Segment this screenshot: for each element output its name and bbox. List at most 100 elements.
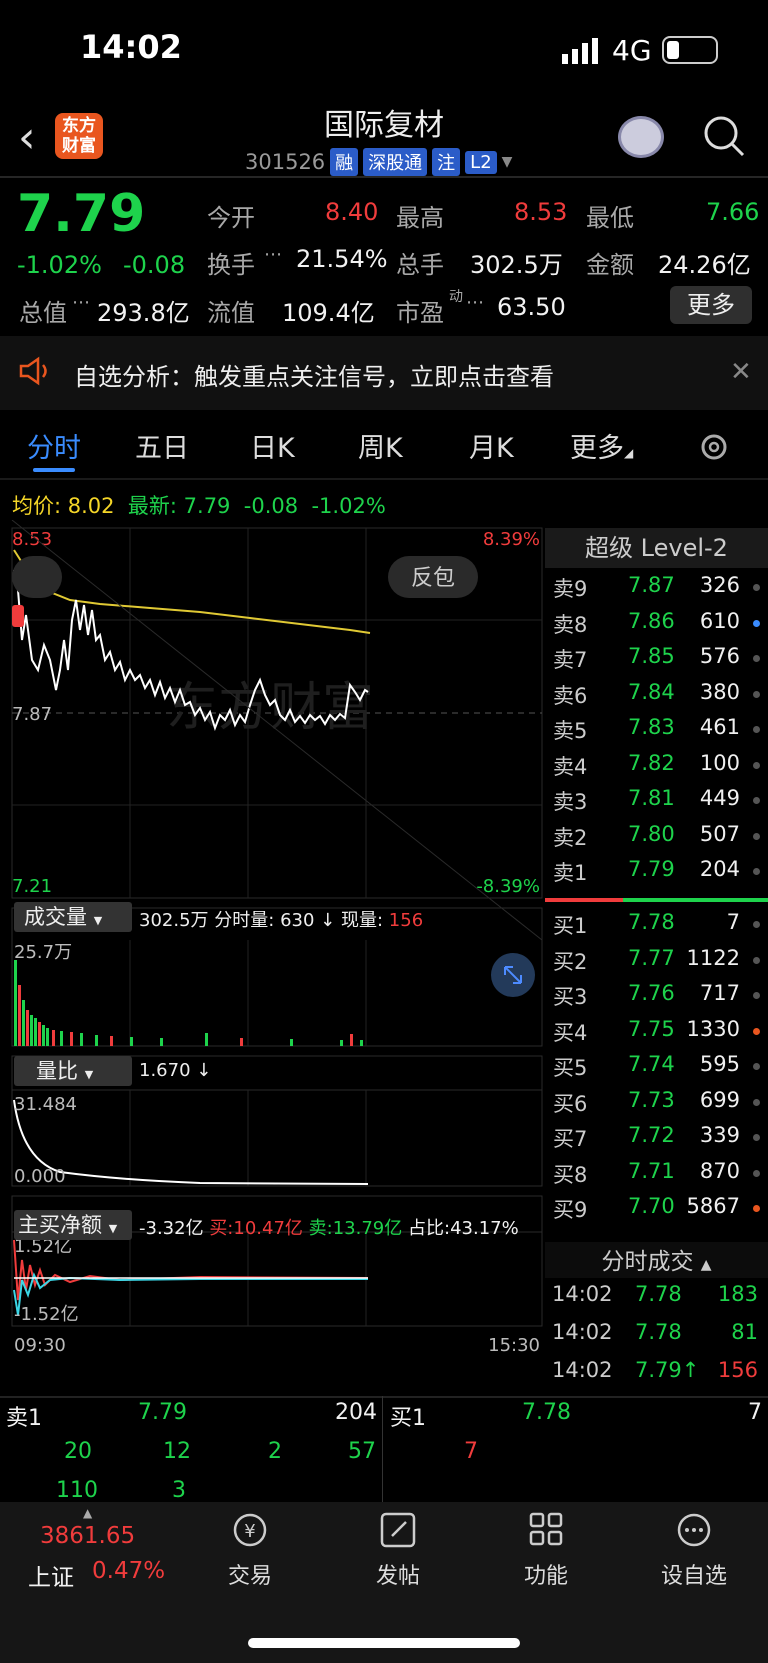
tab-daily-k[interactable]: 日K xyxy=(250,426,295,465)
signal-icon xyxy=(562,38,598,64)
level-volume: 449 xyxy=(699,786,740,810)
level-dot-icon xyxy=(753,726,760,733)
chevron-down-icon: ▼ xyxy=(501,154,513,170)
level-volume: 1122 xyxy=(686,945,740,970)
turnover-value: 21.54% xyxy=(296,245,388,273)
bids-row[interactable]: 买2 7.77 1122 xyxy=(545,946,768,981)
marker-icon xyxy=(12,605,24,627)
ticks-title[interactable]: 分时成交 ▲ xyxy=(545,1242,768,1278)
bids-row[interactable]: 买4 7.75 1330 xyxy=(545,1017,768,1052)
level-label: 卖7 xyxy=(553,648,588,672)
level-volume: 461 xyxy=(699,715,740,739)
intraday-chart[interactable]: 东方财富 8.53 8.39% 7.87 7.21 -8.39% 反包 25.7… xyxy=(0,520,545,1400)
asks-row[interactable]: 卖9 7.87 326 xyxy=(545,573,768,608)
tick-time: 14:02 xyxy=(552,1358,613,1382)
level-dot-icon xyxy=(753,655,760,662)
bids-row[interactable]: 买3 7.76 717 xyxy=(545,981,768,1016)
speaker-icon xyxy=(19,356,47,386)
asks-row[interactable]: 卖7 7.85 576 xyxy=(545,644,768,679)
asks-row[interactable]: 卖4 7.82 100 xyxy=(545,751,768,786)
asks-row[interactable]: 卖2 7.80 507 xyxy=(545,822,768,857)
asks-row[interactable]: 卖5 7.83 461 xyxy=(545,715,768,750)
asks-row[interactable]: 卖6 7.84 380 xyxy=(545,680,768,715)
time-end: 15:30 xyxy=(488,1335,540,1356)
level-price: 7.77 xyxy=(628,945,675,970)
tab-five-day[interactable]: 五日 xyxy=(135,426,189,465)
nav-add-watchlist[interactable]: 设自选 xyxy=(634,1510,754,1590)
level-price: 7.75 xyxy=(628,1016,675,1041)
level-dot-icon xyxy=(753,992,760,999)
sell-queue-item: 20 xyxy=(64,1439,92,1464)
watermark: 东方财富 xyxy=(166,678,374,738)
bids-row[interactable]: 买5 7.74 595 xyxy=(545,1052,768,1087)
level-label: 卖8 xyxy=(553,612,588,637)
info-icon[interactable]: ⋯ xyxy=(466,292,484,313)
level2-title[interactable]: 超级 Level-2 xyxy=(545,528,768,568)
info-icon[interactable]: ⋯ xyxy=(264,244,282,265)
index-value[interactable]: 3861.65 xyxy=(40,1523,135,1549)
bids-row[interactable]: 买1 7.78 7 xyxy=(545,910,768,945)
level-price: 7.70 xyxy=(628,1194,675,1218)
volume-selector[interactable]: 成交量 ▼ xyxy=(14,902,132,932)
level-volume: 339 xyxy=(699,1123,740,1147)
tab-more[interactable]: 更多◢ xyxy=(570,426,633,465)
close-icon[interactable]: ✕ xyxy=(730,357,752,387)
alert-text[interactable]: 自选分析：触发重点关注信号，立即点击查看 xyxy=(74,357,554,392)
index-name[interactable]: 上证 xyxy=(28,1558,74,1592)
more-dots-icon xyxy=(677,1513,711,1547)
net-flow-selector[interactable]: 主买净额 ▼ xyxy=(14,1210,132,1240)
turnover-label: 换手 xyxy=(207,251,255,279)
index-pct[interactable]: 0.47% xyxy=(92,1558,165,1584)
more-button[interactable]: 更多 xyxy=(670,286,752,324)
bottom-buy-label: 买1 xyxy=(390,1406,426,1431)
bottom-sell-label: 卖1 xyxy=(6,1406,42,1431)
level-volume: 699 xyxy=(699,1087,740,1112)
tick-volume: 183 xyxy=(717,1282,758,1306)
level-price: 7.78 xyxy=(628,910,675,934)
price-change: -0.08 xyxy=(123,251,186,279)
buy-queue-item: 7 xyxy=(464,1439,478,1464)
asks-row[interactable]: 卖8 7.86 610 xyxy=(545,609,768,644)
tick-list: 14:02 7.78 183 14:02 7.78 81 14:02 7.79↑ 156 xyxy=(545,1282,768,1398)
bids-row[interactable]: 买7 7.72 339 xyxy=(545,1123,768,1158)
stock-code-row[interactable]: 301526 融 深股通 注 L2 ▼ xyxy=(245,148,512,176)
level-dot-icon xyxy=(753,832,760,840)
home-indicator[interactable] xyxy=(248,1638,520,1648)
bottom-sell-price: 7.79 xyxy=(138,1400,187,1425)
assistant-robot-icon[interactable] xyxy=(618,116,664,158)
bids-row[interactable]: 买6 7.73 699 xyxy=(545,1088,768,1123)
level-volume: 717 xyxy=(699,981,740,1005)
y-mid-price: 7.87 xyxy=(12,704,52,725)
level-volume: 204 xyxy=(699,857,740,881)
level-label: 买4 xyxy=(553,1020,588,1045)
amount-label: 金额 xyxy=(586,251,634,279)
level-label: 卖9 xyxy=(553,577,588,601)
gear-icon[interactable] xyxy=(697,430,731,464)
mascot-icon[interactable] xyxy=(12,556,62,598)
asks-row[interactable]: 卖1 7.79 204 xyxy=(545,857,768,892)
level-price: 7.76 xyxy=(628,981,675,1005)
float-label: 流值 xyxy=(207,299,255,327)
qr-top-label: 31.484 xyxy=(14,1094,77,1115)
tab-weekly-k[interactable]: 周K xyxy=(358,426,403,465)
level-dot-icon xyxy=(753,1098,760,1106)
volume-ratio-selector[interactable]: 量比 ▼ xyxy=(14,1056,132,1086)
tab-intraday[interactable]: 分时 xyxy=(27,426,81,465)
nav-post[interactable]: 发帖 xyxy=(338,1510,458,1590)
open-value: 8.40 xyxy=(325,198,379,226)
tick-volume: 156 xyxy=(717,1358,758,1382)
bids-row[interactable]: 买8 7.71 870 xyxy=(545,1159,768,1194)
level-label: 买3 xyxy=(553,985,588,1009)
nav-trade[interactable]: ¥ 交易 xyxy=(190,1510,310,1590)
time-start: 09:30 xyxy=(14,1335,66,1356)
info-icon[interactable]: ⋯ xyxy=(72,292,90,313)
level-volume: 870 xyxy=(699,1158,740,1183)
search-icon[interactable] xyxy=(702,114,746,158)
sell-queue-item: 2 xyxy=(268,1439,282,1464)
bids-row[interactable]: 买9 7.70 5867 xyxy=(545,1194,768,1229)
tab-monthly-k[interactable]: 月K xyxy=(469,426,514,465)
nav-features[interactable]: 功能 xyxy=(486,1510,606,1590)
bottom-buy-price: 7.78 xyxy=(522,1400,571,1425)
float-value: 109.4亿 xyxy=(282,299,375,327)
asks-row[interactable]: 卖3 7.81 449 xyxy=(545,786,768,821)
